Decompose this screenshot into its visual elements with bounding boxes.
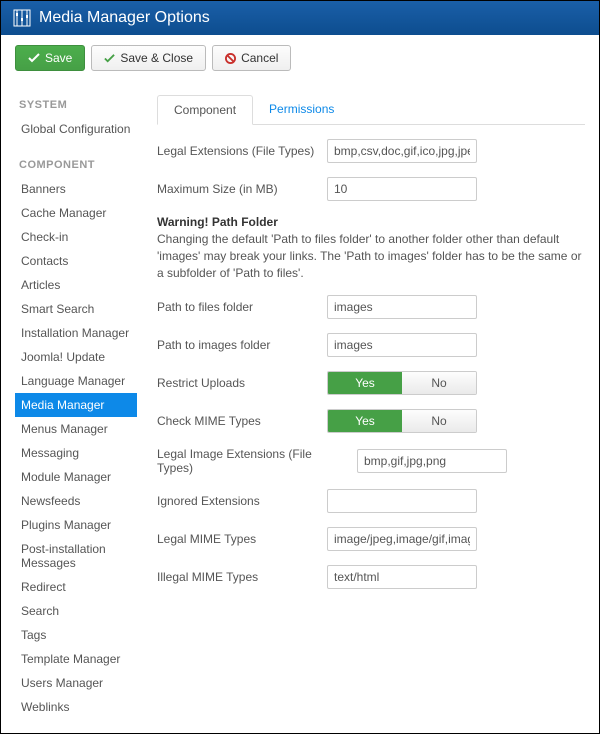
sidebar-item-contacts[interactable]: Contacts [15, 249, 137, 273]
save-button[interactable]: Save [15, 45, 85, 71]
sidebar-item-plugins-manager[interactable]: Plugins Manager [15, 513, 137, 537]
save-button-label: Save [45, 51, 72, 65]
input-ignored-ext[interactable] [327, 489, 477, 513]
options-icon [13, 9, 31, 27]
tab-component[interactable]: Component [157, 95, 253, 125]
cancel-button[interactable]: Cancel [212, 45, 291, 71]
sidebar-item-redirect[interactable]: Redirect [15, 575, 137, 599]
tab-permissions[interactable]: Permissions [253, 95, 350, 124]
toggle-yes[interactable]: Yes [328, 410, 402, 432]
tabs: Component Permissions [157, 95, 585, 125]
warning-block: Warning! Path Folder Changing the defaul… [157, 215, 585, 281]
label-ignored-ext: Ignored Extensions [157, 494, 317, 508]
toggle-check-mime[interactable]: Yes No [327, 409, 477, 433]
page-title: Media Manager Options [39, 9, 210, 27]
check-icon [28, 52, 40, 64]
input-legal-mime[interactable] [327, 527, 477, 551]
label-path-files: Path to files folder [157, 300, 317, 314]
warning-body: Changing the default 'Path to files fold… [157, 231, 585, 281]
sidebar-item-search[interactable]: Search [15, 599, 137, 623]
label-check-mime: Check MIME Types [157, 414, 317, 428]
label-illegal-mime: Illegal MIME Types [157, 570, 317, 584]
label-max-size: Maximum Size (in MB) [157, 182, 317, 196]
sidebar-item-installation-manager[interactable]: Installation Manager [15, 321, 137, 345]
header-bar: Media Manager Options [1, 1, 599, 35]
toggle-yes[interactable]: Yes [328, 372, 402, 394]
sidebar-item-newsfeeds[interactable]: Newsfeeds [15, 489, 137, 513]
label-path-images: Path to images folder [157, 338, 317, 352]
sidebar-item-weblinks[interactable]: Weblinks [15, 695, 137, 719]
sidebar-item-module-manager[interactable]: Module Manager [15, 465, 137, 489]
sidebar: SYSTEM Global Configuration COMPONENT Ba… [15, 81, 137, 719]
warning-title: Warning! Path Folder [157, 215, 585, 229]
sidebar-item-menus-manager[interactable]: Menus Manager [15, 417, 137, 441]
sidebar-item-language-manager[interactable]: Language Manager [15, 369, 137, 393]
save-close-button[interactable]: Save & Close [91, 45, 206, 71]
save-close-button-label: Save & Close [120, 51, 193, 65]
sidebar-item-smart-search[interactable]: Smart Search [15, 297, 137, 321]
sidebar-item-joomla-update[interactable]: Joomla! Update [15, 345, 137, 369]
sidebar-item-global-configuration[interactable]: Global Configuration [15, 117, 137, 141]
label-legal-mime: Legal MIME Types [157, 532, 317, 546]
input-path-files[interactable] [327, 295, 477, 319]
sidebar-item-cache-manager[interactable]: Cache Manager [15, 201, 137, 225]
toggle-restrict-uploads[interactable]: Yes No [327, 371, 477, 395]
input-legal-extensions[interactable] [327, 139, 477, 163]
sidebar-item-banners[interactable]: Banners [15, 177, 137, 201]
sidebar-heading-component: COMPONENT [19, 159, 137, 171]
cancel-icon [225, 53, 236, 64]
toggle-no[interactable]: No [402, 410, 476, 432]
toggle-no[interactable]: No [402, 372, 476, 394]
input-illegal-mime[interactable] [327, 565, 477, 589]
sidebar-heading-system: SYSTEM [19, 99, 137, 111]
main-panel: Component Permissions Legal Extensions (… [157, 81, 585, 719]
label-restrict-uploads: Restrict Uploads [157, 376, 317, 390]
input-max-size[interactable] [327, 177, 477, 201]
sidebar-item-template-manager[interactable]: Template Manager [15, 647, 137, 671]
sidebar-item-media-manager[interactable]: Media Manager [15, 393, 137, 417]
input-legal-image-ext[interactable] [357, 449, 507, 473]
sidebar-item-tags[interactable]: Tags [15, 623, 137, 647]
sidebar-item-post-installation-messages[interactable]: Post-installation Messages [15, 537, 137, 575]
cancel-button-label: Cancel [241, 51, 278, 65]
sidebar-item-messaging[interactable]: Messaging [15, 441, 137, 465]
sidebar-item-check-in[interactable]: Check-in [15, 225, 137, 249]
sidebar-item-users-manager[interactable]: Users Manager [15, 671, 137, 695]
check-icon [104, 53, 115, 64]
input-path-images[interactable] [327, 333, 477, 357]
sidebar-item-articles[interactable]: Articles [15, 273, 137, 297]
toolbar: Save Save & Close Cancel [1, 35, 599, 81]
label-legal-extensions: Legal Extensions (File Types) [157, 144, 317, 158]
label-legal-image-ext: Legal Image Extensions (File Types) [157, 447, 347, 475]
